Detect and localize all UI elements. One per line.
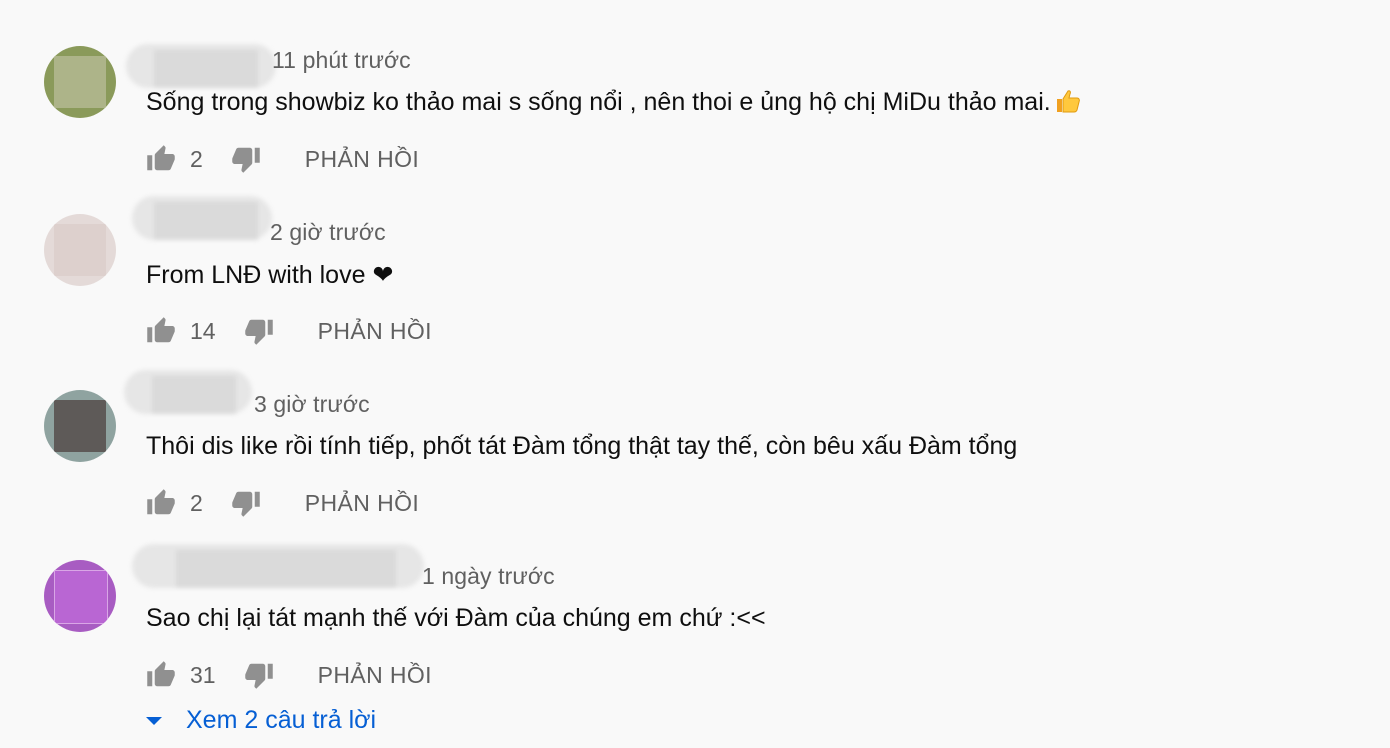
comment-thread: 11 phút trước Sống trong showbiz ko thảo…: [0, 0, 1390, 173]
comment-actions: 2 PHẢN HỒI: [146, 142, 419, 176]
like-icon[interactable]: [146, 660, 176, 690]
comment-actions: 14 PHẢN HỒI: [146, 314, 432, 348]
reply-button[interactable]: PHẢN HỒI: [318, 318, 432, 345]
dislike-icon[interactable]: [244, 316, 274, 346]
reply-button[interactable]: PHẢN HỒI: [318, 662, 432, 689]
comment-body: From LNĐ with love ❤: [146, 261, 394, 289]
avatar[interactable]: [44, 214, 116, 286]
reply-button[interactable]: PHẢN HỒI: [305, 490, 419, 517]
dislike-icon[interactable]: [231, 488, 261, 518]
author-name-redacted[interactable]: [126, 44, 276, 88]
comment-timestamp[interactable]: 2 giờ trước: [270, 219, 386, 246]
comment-thread: 1 ngày trước Sao chị lại tát mạnh thế vớ…: [0, 516, 1390, 689]
comment-body: Thôi dis like rồi tính tiếp, phốt tát Đà…: [146, 432, 1018, 460]
like-count: 31: [190, 661, 216, 688]
comment-actions: 2 PHẢN HỒI: [146, 486, 419, 520]
comment-thread: 3 giờ trước Thôi dis like rồi tính tiếp,…: [0, 344, 1390, 517]
view-replies-label: Xem 2 câu trả lời: [186, 706, 377, 734]
comment-text: Sống trong showbiz ko thảo mai s sống nổ…: [146, 88, 1081, 117]
author-name-redacted[interactable]: [132, 196, 272, 240]
view-replies-button[interactable]: Xem 2 câu trả lời: [144, 706, 376, 735]
comment-text: From LNĐ with love ❤: [146, 260, 393, 290]
like-icon[interactable]: [146, 488, 176, 518]
comment-thread: 2 giờ trước From LNĐ with love ❤ 14 PHẢN…: [0, 172, 1390, 345]
like-icon[interactable]: [146, 144, 176, 174]
author-name-redacted[interactable]: [124, 370, 252, 414]
like-icon[interactable]: [146, 316, 176, 346]
avatar[interactable]: [44, 560, 116, 632]
comment-body: Sao chị lại tát mạnh thế với Đàm của chú…: [146, 604, 766, 632]
like-count: 14: [190, 317, 216, 344]
comment-body: Sống trong showbiz ko thảo mai s sống nổ…: [146, 88, 1051, 116]
caret-down-icon: [146, 716, 162, 725]
dislike-icon[interactable]: [244, 660, 274, 690]
author-name-redacted[interactable]: [132, 544, 424, 588]
thumbs-up-emoji-icon: [1056, 90, 1080, 113]
comments-section: 11 phút trước Sống trong showbiz ko thảo…: [0, 0, 1390, 748]
dislike-icon[interactable]: [231, 144, 261, 174]
comment-text: Thôi dis like rồi tính tiếp, phốt tát Đà…: [146, 432, 1017, 461]
comment-timestamp[interactable]: 11 phút trước: [272, 47, 411, 74]
avatar[interactable]: [44, 46, 116, 118]
comment-timestamp[interactable]: 1 ngày trước: [422, 563, 555, 590]
like-count: 2: [190, 489, 203, 516]
reply-button[interactable]: PHẢN HỒI: [305, 146, 419, 173]
comment-timestamp[interactable]: 3 giờ trước: [254, 391, 370, 418]
comment-actions: 31 PHẢN HỒI: [146, 658, 432, 692]
comment-text: Sao chị lại tát mạnh thế với Đàm của chú…: [146, 604, 766, 633]
avatar[interactable]: [44, 390, 116, 462]
like-count: 2: [190, 145, 203, 172]
